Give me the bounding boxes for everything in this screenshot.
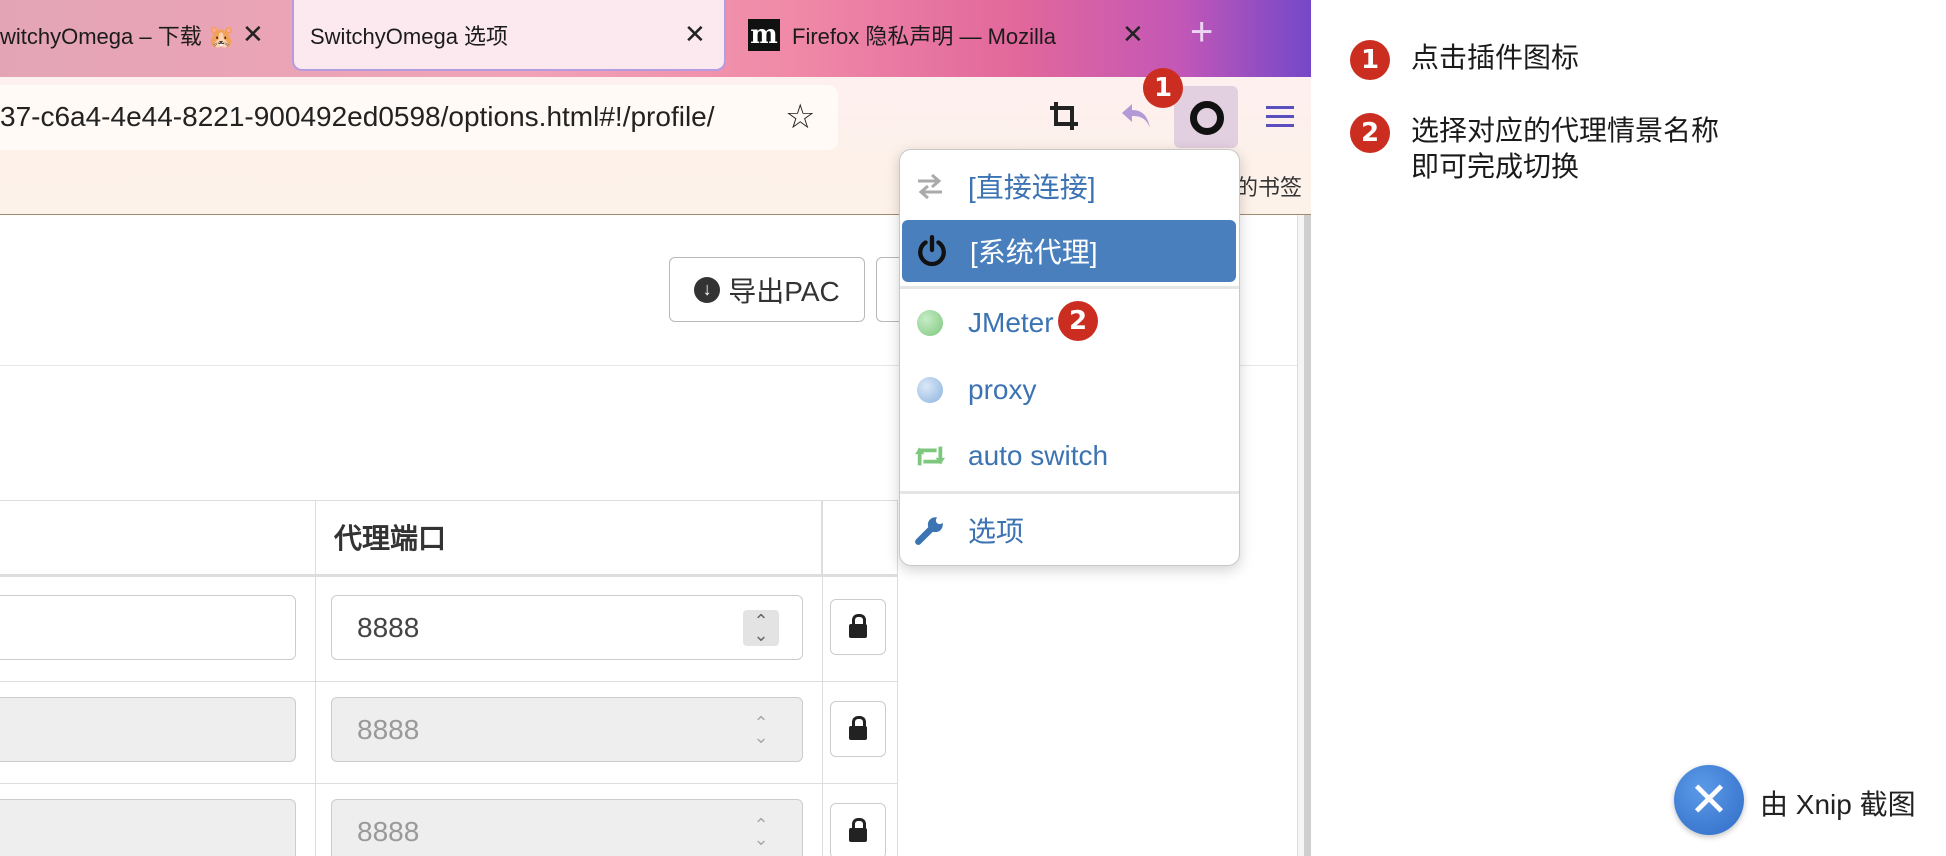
tab-options[interactable]: SwitchyOmega 选项 ✕ (292, 0, 726, 71)
proxy-switch-popup: [直接连接] [系统代理] JMeter proxy auto switch 选… (899, 149, 1240, 566)
tab-close-icon[interactable]: ✕ (242, 19, 264, 50)
port-input[interactable]: 8888 ⌃ ⌄ (331, 697, 803, 762)
tab-title: Firefox 隐私声明 — Mozilla (792, 23, 1057, 49)
globe-icon (914, 307, 946, 339)
new-tab-button[interactable]: + (1190, 10, 1213, 55)
export-pac-button[interactable]: ↓ 导出PAC (669, 257, 865, 322)
menu-item-direct[interactable]: [直接连接] (900, 155, 1239, 217)
mozilla-logo-icon: m (748, 18, 780, 51)
header-divider (0, 574, 897, 577)
host-input[interactable] (0, 799, 296, 856)
xnip-watermark: 由 Xnip 截图 (1760, 789, 1916, 820)
lock-icon (849, 818, 867, 842)
row-divider (0, 681, 897, 682)
lock-icon (849, 716, 867, 740)
export-pac-label: 导出PAC (728, 275, 840, 307)
url-text: 37-c6a4-4e44-8221-900492ed0598/options.h… (0, 101, 715, 132)
bookmark-star-icon[interactable]: ☆ (785, 97, 815, 137)
lock-button[interactable] (830, 701, 886, 757)
menu-item-label: JMeter (968, 307, 1054, 338)
tab-bar: witchyOmega – 下载 🐹 ✕ SwitchyOmega 选项 ✕ m… (0, 0, 1311, 77)
port-value: 8888 (357, 713, 420, 745)
menu-divider (900, 491, 1239, 494)
lock-button[interactable] (830, 599, 886, 655)
direct-arrows-icon (918, 173, 942, 200)
column-divider (822, 500, 823, 856)
column-divider (315, 500, 316, 856)
menu-item-label: [直接连接] (968, 172, 1096, 203)
globe-icon (914, 374, 946, 406)
menu-item-label: [系统代理] (970, 237, 1098, 268)
menu-item-system-proxy[interactable]: [系统代理] (902, 220, 1236, 282)
menu-item-options[interactable]: 选项 (900, 499, 1239, 561)
menu-item-proxy[interactable]: proxy (900, 359, 1239, 421)
undo-arrow-icon[interactable] (1118, 100, 1154, 132)
browser-window: witchyOmega – 下载 🐹 ✕ SwitchyOmega 选项 ✕ m… (0, 0, 1311, 856)
url-bar[interactable]: 37-c6a4-4e44-8221-900492ed0598/options.h… (0, 85, 838, 150)
port-value: 8888 (357, 815, 420, 847)
retweet-icon (914, 446, 946, 466)
hamburger-menu-icon[interactable] (1266, 104, 1294, 128)
tab-download[interactable]: witchyOmega – 下载 🐹 ✕ (0, 0, 270, 69)
step-badge: 1 (1143, 68, 1183, 108)
xnip-logo-icon: ✕ (1674, 765, 1744, 835)
window-edge (1304, 215, 1311, 856)
menu-item-label: proxy (968, 374, 1037, 405)
step-2-text: 选择对应的代理情景名称 (1411, 115, 1720, 146)
menu-item-label: auto switch (968, 440, 1109, 471)
tab-close-icon[interactable]: ✕ (684, 19, 706, 50)
port-stepper[interactable]: ⌃ ⌄ (743, 712, 779, 748)
lock-icon (849, 614, 867, 638)
menu-item-label: 选项 (968, 516, 1025, 547)
port-column-header: 代理端口 (315, 500, 822, 574)
column-divider (897, 500, 898, 856)
port-stepper[interactable]: ⌃ ⌄ (743, 610, 779, 646)
port-input[interactable]: 8888 ⌃ ⌄ (331, 799, 803, 856)
bookmarks-label[interactable]: 的书签 (1236, 170, 1302, 202)
step-1-text: 点击插件图标 (1411, 42, 1580, 73)
switchyomega-extension-button[interactable] (1174, 86, 1238, 148)
lock-button[interactable] (830, 803, 886, 856)
step-badge: 1 (1350, 40, 1390, 80)
menu-divider (900, 286, 1239, 289)
step-2-text-line2: 即可完成切换 (1411, 151, 1580, 182)
port-input[interactable]: 8888 ⌃ ⌄ (331, 595, 803, 660)
download-icon: ↓ (694, 276, 721, 303)
power-icon (918, 235, 946, 267)
port-value: 8888 (357, 611, 420, 643)
wrench-icon (915, 516, 944, 545)
host-input[interactable] (0, 595, 296, 660)
step-badge: 2 (1350, 113, 1390, 153)
row-divider (0, 783, 897, 784)
tab-firefox-privacy[interactable]: m Firefox 隐私声明 — Mozilla ✕ (748, 0, 1158, 69)
tab-title: witchyOmega – 下载 🐹 (0, 23, 236, 49)
crop-icon[interactable] (1048, 100, 1080, 132)
menu-item-auto-switch[interactable]: auto switch (900, 425, 1239, 487)
switchyomega-icon (1190, 101, 1224, 135)
step-badge: 2 (1058, 301, 1098, 341)
host-input[interactable] (0, 697, 296, 762)
tab-title: SwitchyOmega 选项 (310, 23, 509, 49)
port-stepper[interactable]: ⌃ ⌄ (743, 814, 779, 850)
tab-close-icon[interactable]: ✕ (1122, 19, 1144, 50)
